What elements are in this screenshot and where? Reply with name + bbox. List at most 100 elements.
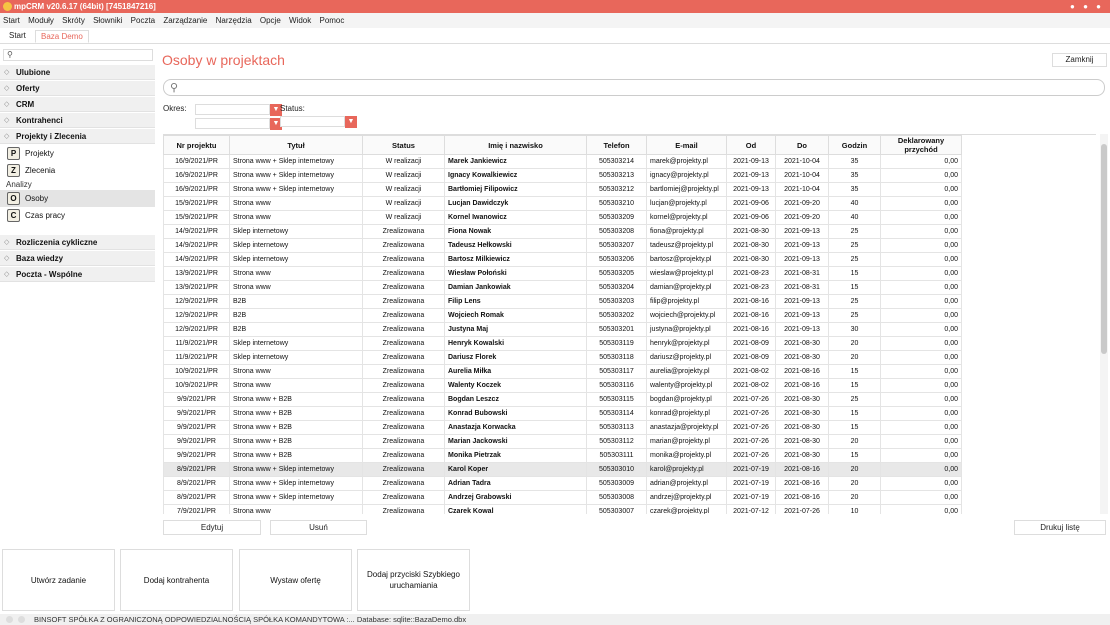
table-cell: 2021-09-13 — [775, 322, 829, 337]
table-row[interactable]: 10/9/2021/PR Strona www Zrealizowana Aureli… — [163, 364, 962, 379]
column-header[interactable]: Imię i nazwisko — [444, 135, 587, 155]
sidebar-section-poczta[interactable]: ◇ Poczta - Wspólne — [0, 267, 155, 282]
table-cell: 0,00 — [880, 448, 962, 463]
column-header[interactable]: Deklarowany przychód — [880, 135, 962, 155]
create-offer-button[interactable]: Wystaw ofertę — [239, 549, 352, 611]
table-row[interactable]: 13/9/2021/PR Strona www Zrealizowana Damian… — [163, 280, 962, 295]
table-cell: 2021-09-06 — [726, 210, 776, 225]
table-row[interactable]: 16/9/2021/PR Strona www + Sklep interneto… — [163, 154, 962, 169]
table-cell: Konrad Bubowski — [444, 406, 587, 421]
table-cell: 14/9/2021/PR — [163, 238, 230, 253]
create-task-button[interactable]: Utwórz zadanie — [2, 549, 115, 611]
column-header[interactable]: Telefon — [586, 135, 647, 155]
menu-opcje[interactable]: Opcje — [260, 16, 281, 25]
table-cell: 505303112 — [586, 434, 647, 449]
vertical-scrollbar[interactable] — [1100, 134, 1108, 514]
sidebar-item-osoby[interactable]: O Osoby — [0, 190, 155, 207]
table-cell: 14/9/2021/PR — [163, 224, 230, 239]
table-row[interactable]: 9/9/2021/PR Strona www + B2B Zrealizowana A… — [163, 420, 962, 435]
table-cell: Andrzej Grabowski — [444, 490, 587, 505]
table-cell: 0,00 — [880, 434, 962, 449]
add-contractor-button[interactable]: Dodaj kontrahenta — [120, 549, 233, 611]
table-row[interactable]: 11/9/2021/PR Sklep internetowy Zrealizowan… — [163, 336, 962, 351]
table-row[interactable]: 15/9/2021/PR Strona www W realizacji Kornel… — [163, 210, 962, 225]
column-header[interactable]: Tytuł — [229, 135, 363, 155]
sidebar-item-czas-pracy[interactable]: C Czas pracy — [0, 207, 155, 224]
tab-start[interactable]: Start — [4, 30, 31, 43]
edit-button[interactable]: Edytuj — [163, 520, 261, 535]
table-row[interactable]: 16/9/2021/PR Strona www + Sklep interneto… — [163, 168, 962, 183]
column-header[interactable]: Od — [726, 135, 776, 155]
table-row[interactable]: 9/9/2021/PR Strona www + B2B Zrealizowana M… — [163, 448, 962, 463]
window-controls-icon[interactable]: ● ● ● — [1070, 0, 1104, 13]
table-row[interactable]: 10/9/2021/PR Strona www Zrealizowana Walent… — [163, 378, 962, 393]
table-row[interactable]: 12/9/2021/PR B2B Zrealizowana Wojciech Roma… — [163, 308, 962, 323]
sidebar-item-zlecenia[interactable]: Z Zlecenia — [0, 162, 155, 179]
sidebar-section-oferty[interactable]: ◇ Oferty — [0, 81, 155, 96]
menu-zarzadzanie[interactable]: Zarządzanie — [163, 16, 207, 25]
column-header[interactable]: Do — [775, 135, 829, 155]
close-button[interactable]: Zamknij — [1052, 53, 1107, 67]
section-label: Rozliczenia cykliczne — [16, 238, 98, 247]
table-row[interactable]: 9/9/2021/PR Strona www + B2B Zrealizowana M… — [163, 434, 962, 449]
column-header[interactable]: Nr projektu — [163, 135, 230, 155]
table-row[interactable]: 14/9/2021/PR Sklep internetowy Zrealizowan… — [163, 238, 962, 253]
column-header[interactable]: Godzin — [828, 135, 881, 155]
table-cell: Zrealizowana — [362, 420, 445, 435]
sidebar-section-crm[interactable]: ◇ CRM — [0, 97, 155, 112]
table-row[interactable]: 14/9/2021/PR Sklep internetowy Zrealizowan… — [163, 224, 962, 239]
column-header[interactable]: Status — [362, 135, 445, 155]
menu-skroty[interactable]: Skróty — [62, 16, 85, 25]
table-row[interactable]: 14/9/2021/PR Sklep internetowy Zrealizowan… — [163, 252, 962, 267]
sidebar-section-projekty[interactable]: ◇ Projekty i Zlecenia — [0, 129, 155, 144]
sidebar-search-input[interactable]: ⚲ — [3, 49, 153, 61]
scrollbar-thumb[interactable] — [1101, 144, 1107, 354]
table-cell: 9/9/2021/PR — [163, 392, 230, 407]
sidebar-section-rozliczenia[interactable]: ◇ Rozliczenia cykliczne — [0, 235, 155, 250]
menu-start[interactable]: Start — [3, 16, 20, 25]
delete-button[interactable]: Usuń — [270, 520, 367, 535]
status-select[interactable]: ▼ — [280, 116, 357, 128]
table-row[interactable]: 15/9/2021/PR Strona www W realizacji Lucjan… — [163, 196, 962, 211]
table-row[interactable]: 16/9/2021/PR Strona www + Sklep interneto… — [163, 182, 962, 197]
table-cell: 2021-08-30 — [726, 238, 776, 253]
period-from-field[interactable]: ▼ — [195, 104, 282, 116]
table-row[interactable]: 7/9/2021/PR Strona www Zrealizowana Czarek … — [163, 504, 962, 514]
menu-moduly[interactable]: Moduły — [28, 16, 54, 25]
table-cell: Strona www + Sklep internetowy — [229, 168, 363, 183]
table-row[interactable]: 12/9/2021/PR B2B Zrealizowana Filip Lens 505… — [163, 294, 962, 309]
table-cell: 0,00 — [880, 392, 962, 407]
table-row[interactable]: 8/9/2021/PR Strona www + Sklep internetow… — [163, 476, 962, 491]
table-cell: Zrealizowana — [362, 476, 445, 491]
table-row[interactable]: 13/9/2021/PR Strona www Zrealizowana Wiesła… — [163, 266, 962, 281]
sidebar-section-baza-wiedzy[interactable]: ◇ Baza wiedzy — [0, 251, 155, 266]
table-cell: 2021-09-13 — [775, 252, 829, 267]
print-list-button[interactable]: Drukuj listę — [1014, 520, 1106, 535]
table-row[interactable]: 9/9/2021/PR Strona www + B2B Zrealizowana B… — [163, 392, 962, 407]
menu-narzedzia[interactable]: Narzędzia — [216, 16, 252, 25]
sidebar-section-ulubione[interactable]: ◇ Ulubione — [0, 65, 155, 80]
table-row[interactable]: 12/9/2021/PR B2B Zrealizowana Justyna Maj 50… — [163, 322, 962, 337]
menu-poczta[interactable]: Poczta — [131, 16, 155, 25]
table-cell: Marek Jankiewicz — [444, 154, 587, 169]
table-row[interactable]: 9/9/2021/PR Strona www + B2B Zrealizowana K… — [163, 406, 962, 421]
add-quick-launch-button[interactable]: Dodaj przyciski Szybkiego uruchamiania — [357, 549, 470, 611]
table-row[interactable]: 8/9/2021/PR Strona www + Sklep internetow… — [163, 490, 962, 505]
sidebar-item-projekty[interactable]: P Projekty — [0, 145, 155, 162]
table-cell: 2021-08-30 — [775, 448, 829, 463]
menu-widok[interactable]: Widok — [289, 16, 311, 25]
table-row[interactable]: 11/9/2021/PR Sklep internetowy Zrealizowan… — [163, 350, 962, 365]
table-cell: Zrealizowana — [362, 252, 445, 267]
menu-pomoc[interactable]: Pomoc — [319, 16, 344, 25]
table-cell: 20 — [828, 490, 881, 505]
table-cell: 0,00 — [880, 504, 962, 514]
period-to-field[interactable]: ▼ — [195, 118, 282, 130]
sidebar-section-kontrahenci[interactable]: ◇ Kontrahenci — [0, 113, 155, 128]
tab-baza-demo[interactable]: Baza Demo — [35, 30, 89, 43]
search-input[interactable]: ⚲ — [163, 79, 1105, 96]
menu-slowniki[interactable]: Słowniki — [93, 16, 122, 25]
table-row[interactable]: 8/9/2021/PR Strona www + Sklep internetow… — [163, 462, 962, 477]
chevron-down-icon[interactable]: ▼ — [345, 116, 357, 128]
column-header[interactable]: E-mail — [646, 135, 727, 155]
table-cell: bogdan@projekty.pl — [646, 392, 727, 407]
